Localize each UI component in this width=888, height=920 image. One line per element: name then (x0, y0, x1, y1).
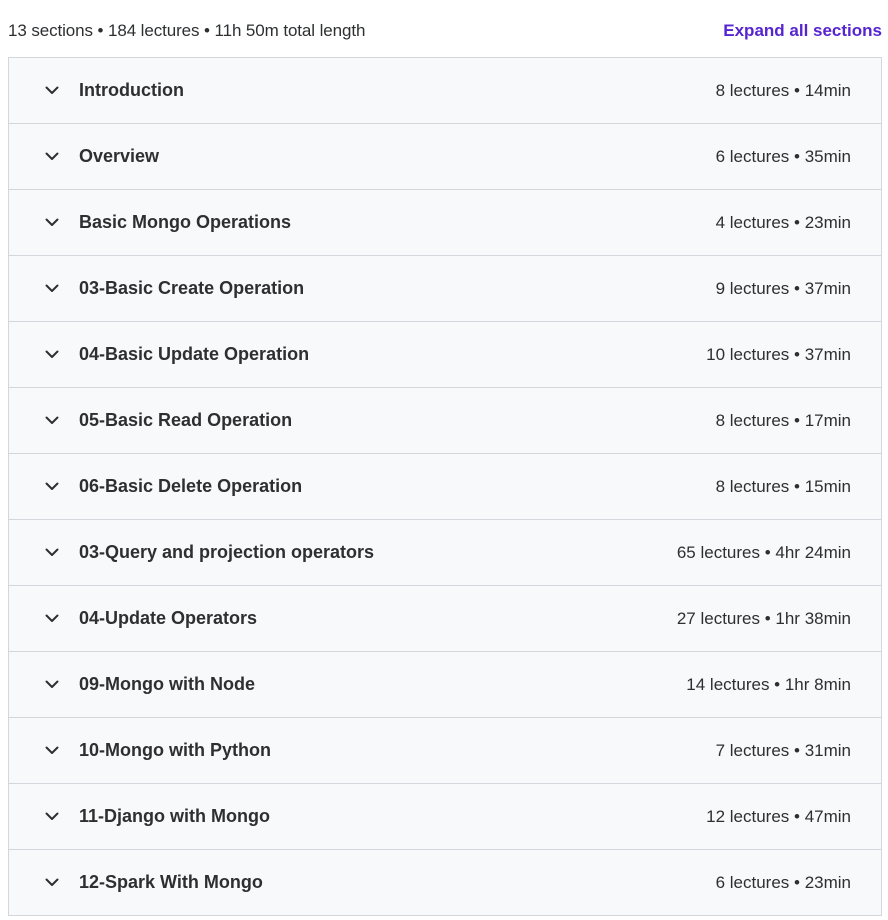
curriculum-section[interactable]: 04-Basic Update Operation 10 lectures • 3… (9, 322, 881, 388)
section-meta: 7 lectures • 31min (715, 741, 851, 760)
section-title: Introduction (79, 80, 184, 100)
chevron-down-icon[interactable] (44, 478, 60, 494)
chevron-down-icon[interactable] (44, 412, 60, 428)
section-title: 03-Query and projection operators (79, 542, 375, 562)
section-meta: 9 lectures • 37min (715, 279, 851, 298)
chevron-down-icon[interactable] (44, 346, 60, 362)
curriculum-section[interactable]: Introduction 8 lectures • 14min (9, 58, 881, 124)
section-meta: 12 lectures • 47min (706, 807, 851, 826)
section-meta: 8 lectures • 17min (715, 411, 851, 430)
section-title: 05-Basic Read Operation (79, 410, 293, 430)
section-title: Overview (79, 146, 160, 166)
chevron-down-icon[interactable] (44, 214, 60, 230)
curriculum-section[interactable]: Basic Mongo Operations 4 lectures • 23min (9, 190, 881, 256)
section-meta: 4 lectures • 23min (715, 213, 851, 232)
section-meta: 8 lectures • 15min (715, 477, 851, 496)
section-title: Basic Mongo Operations (79, 212, 292, 232)
chevron-down-icon[interactable] (44, 808, 60, 824)
chevron-down-icon[interactable] (44, 676, 60, 692)
chevron-down-icon[interactable] (44, 610, 60, 626)
section-meta: 27 lectures • 1hr 38min (676, 609, 851, 628)
section-meta: 6 lectures • 35min (715, 147, 851, 166)
section-meta: 14 lectures • 1hr 8min (686, 675, 851, 694)
section-meta: 65 lectures • 4hr 24min (676, 543, 851, 562)
section-meta: 10 lectures • 37min (706, 345, 851, 364)
chevron-down-icon[interactable] (44, 742, 60, 758)
curriculum-summary: 13 sections • 184 lectures • 11h 50m tot… (8, 21, 366, 40)
curriculum-section[interactable]: 04-Update Operators 27 lectures • 1hr 38m… (9, 586, 881, 652)
section-list: Introduction 8 lectures • 14min Overview 6 … (8, 57, 882, 916)
chevron-down-icon[interactable] (44, 874, 60, 890)
curriculum-section[interactable]: 03-Basic Create Operation 9 lectures • 37… (9, 256, 881, 322)
section-meta: 6 lectures • 23min (715, 873, 851, 892)
section-title: 09-Mongo with Node (79, 674, 255, 694)
curriculum-section[interactable]: 03-Query and projection operators 65 lect… (9, 520, 881, 586)
curriculum-section[interactable]: 11-Django with Mongo 12 lectures • 47min (9, 784, 881, 850)
section-meta: 8 lectures • 14min (715, 81, 851, 100)
curriculum-header: 13 sections • 184 lectures • 11h 50m tot… (0, 0, 888, 58)
section-title: 03-Basic Create Operation (79, 278, 305, 298)
section-title: 04-Update Operators (79, 608, 258, 628)
curriculum-section[interactable]: 05-Basic Read Operation 8 lectures • 17mi… (9, 388, 881, 454)
curriculum-section[interactable]: Overview 6 lectures • 35min (9, 124, 881, 190)
curriculum-section[interactable]: 10-Mongo with Python 7 lectures • 31min (9, 718, 881, 784)
chevron-down-icon[interactable] (44, 148, 60, 164)
curriculum-section[interactable]: 09-Mongo with Node 14 lectures • 1hr 8min (9, 652, 881, 718)
chevron-down-icon[interactable] (44, 82, 60, 98)
section-title: 10-Mongo with Python (79, 740, 271, 760)
expand-all-sections-button[interactable]: Expand all sections (723, 21, 882, 41)
chevron-down-icon[interactable] (44, 544, 60, 560)
curriculum-section[interactable]: 06-Basic Delete Operation 8 lectures • 15… (9, 454, 881, 520)
section-title: 12-Spark With Mongo (79, 872, 263, 892)
chevron-down-icon[interactable] (44, 280, 60, 296)
section-title: 11-Django with Mongo (79, 806, 270, 826)
curriculum-section[interactable]: 12-Spark With Mongo 6 lectures • 23min (9, 850, 881, 915)
section-title: 06-Basic Delete Operation (79, 476, 303, 496)
section-title: 04-Basic Update Operation (79, 344, 310, 364)
